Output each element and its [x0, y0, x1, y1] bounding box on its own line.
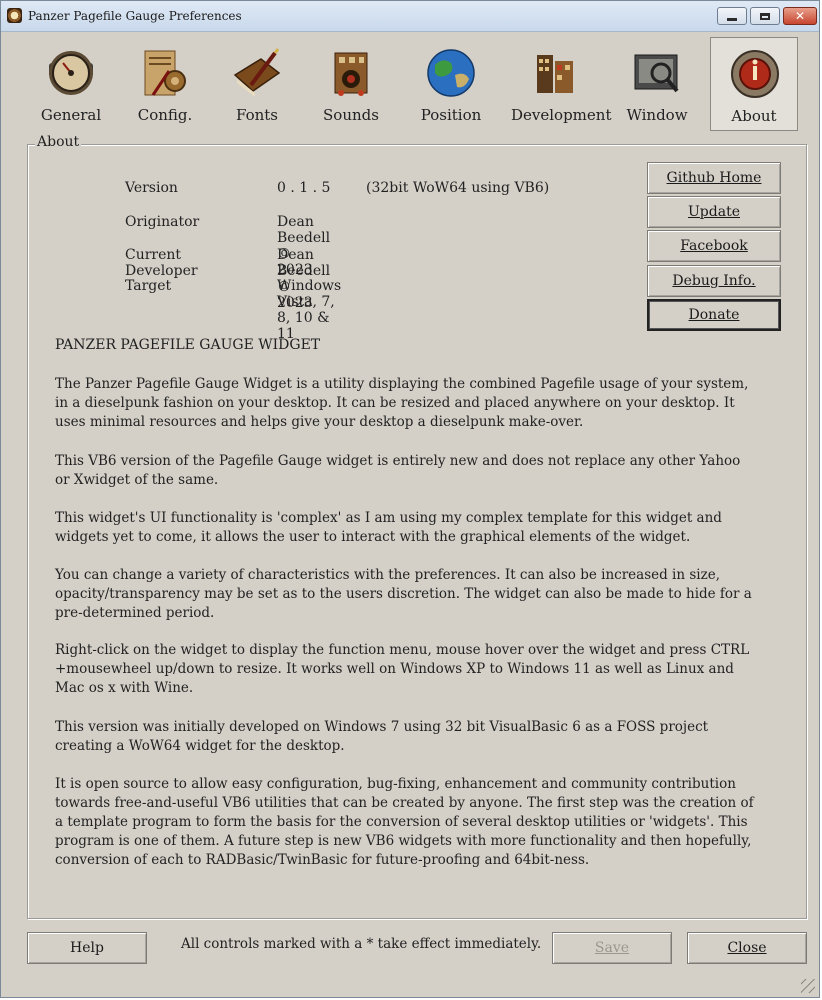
tab-general-label: General [40, 106, 102, 124]
update-button[interactable]: Update [647, 196, 781, 228]
book-pen-icon [233, 48, 281, 97]
immediate-effect-hint: All controls marked with a * take effect… [181, 936, 542, 952]
window-title: Panzer Pagefile Gauge Preferences [28, 9, 242, 23]
about-badge-icon [731, 50, 779, 98]
tab-about[interactable]: About [710, 37, 798, 131]
preferences-toolbar: General Config. Fonts Sounds Position De… [1, 37, 819, 133]
close-window-button[interactable]: ✕ [783, 7, 817, 25]
about-heading: PANZER PAGEFILE GAUGE WIDGET [55, 337, 321, 353]
tab-position[interactable]: Position [407, 37, 495, 131]
about-frame-legend: About [35, 134, 82, 150]
window-icon [634, 54, 679, 93]
speaker-icon [334, 52, 368, 96]
originator-label: Originator [125, 214, 200, 230]
minimize-icon [727, 17, 737, 21]
about-paragraph-5: Right-click on the widget to display the… [55, 642, 750, 696]
title-bar[interactable]: Panzer Pagefile Gauge Preferences ✕ [1, 1, 819, 32]
version-label: Version [125, 180, 178, 196]
about-paragraph-1: The Panzer Pagefile Gauge Widget is a ut… [55, 376, 749, 430]
tab-development-label: Development [511, 106, 612, 124]
tab-development[interactable]: Development [511, 37, 612, 131]
close-icon: ✕ [794, 9, 806, 23]
globe-icon [427, 49, 475, 97]
tools-icon [144, 50, 186, 96]
target-value: Windows Vista, 7, 8, 10 & 11 [277, 278, 342, 342]
tab-general[interactable]: General [27, 37, 115, 131]
tab-sounds-label: Sounds [323, 106, 379, 124]
minimize-button[interactable] [717, 7, 747, 25]
developer-label: Current Developer [125, 247, 198, 279]
about-paragraph-6: This version was initially developed on … [55, 719, 709, 754]
debug-info-button[interactable]: Debug Info. [647, 265, 781, 297]
facebook-button[interactable]: Facebook [647, 230, 781, 262]
tab-config-label: Config. [137, 106, 193, 124]
machinery-icon [537, 55, 573, 93]
app-icon [7, 8, 22, 23]
help-button[interactable]: Help [27, 932, 147, 964]
resize-grip-icon[interactable] [801, 979, 815, 993]
tab-window-label: Window [626, 106, 688, 124]
tab-window[interactable]: Window [613, 37, 701, 131]
tab-about-label: About [731, 107, 777, 125]
version-value: 0 . 1 . 5 (32bit WoW64 using VB6) [277, 180, 550, 196]
donate-button[interactable]: Donate [647, 299, 781, 331]
maximize-icon [760, 12, 770, 20]
about-paragraph-4: You can change a variety of characterist… [55, 567, 752, 621]
about-paragraph-2: This VB6 version of the Pagefile Gauge w… [55, 453, 741, 488]
tab-position-label: Position [420, 106, 482, 124]
preferences-window: Panzer Pagefile Gauge Preferences ✕ Gene… [0, 0, 820, 998]
about-paragraph-3: This widget's UI functionality is 'compl… [55, 510, 722, 545]
github-home-button[interactable]: Github Home [647, 162, 781, 194]
about-paragraph-7: It is open source to allow easy configur… [55, 776, 754, 868]
maximize-button[interactable] [750, 7, 780, 25]
tab-fonts-label: Fonts [235, 106, 278, 124]
gauge-icon [49, 51, 93, 95]
save-button[interactable]: Save [552, 932, 672, 964]
tab-fonts[interactable]: Fonts [213, 37, 301, 131]
tab-sounds[interactable]: Sounds [307, 37, 395, 131]
target-label: Target [125, 278, 172, 294]
close-button[interactable]: Close [687, 932, 807, 964]
tab-config[interactable]: Config. [121, 37, 209, 131]
